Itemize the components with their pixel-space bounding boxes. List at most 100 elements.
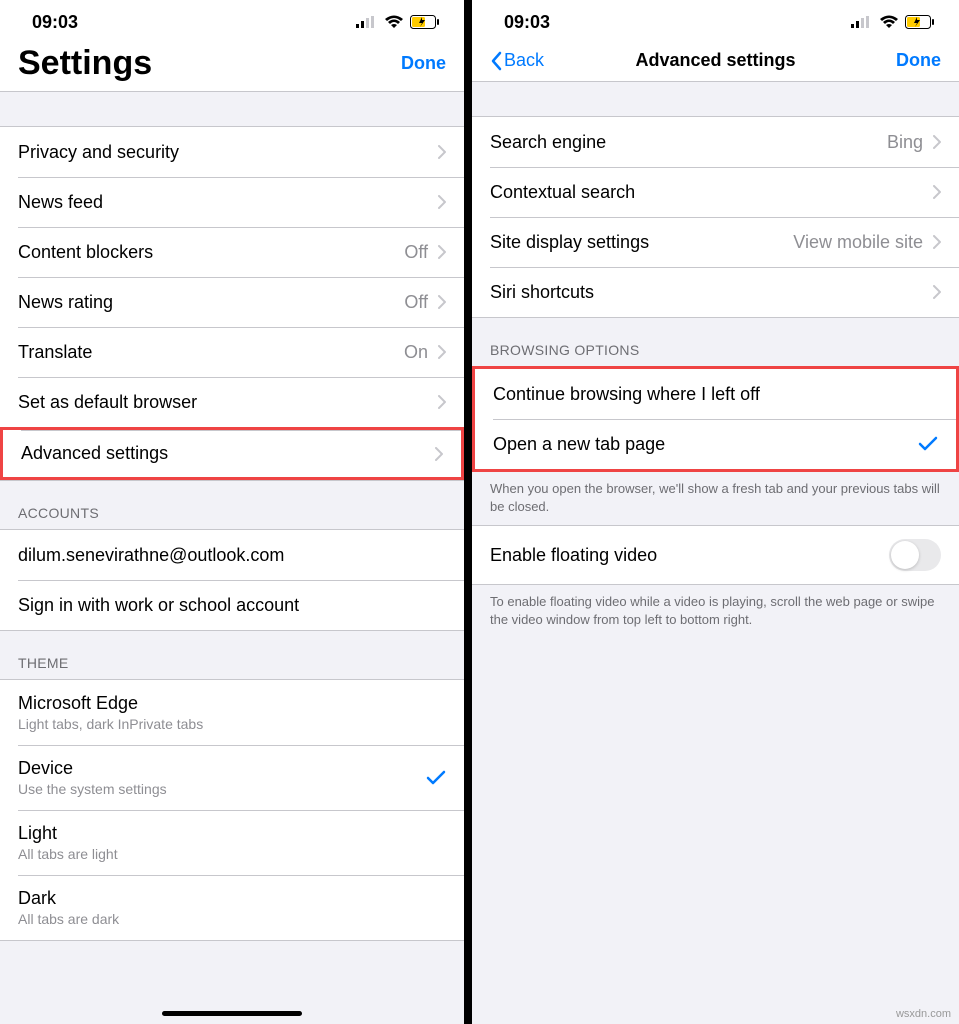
theme-title: Dark — [18, 888, 56, 908]
theme-title: Light — [18, 823, 57, 843]
chevron-right-icon — [435, 447, 443, 461]
row-label: Siri shortcuts — [490, 282, 933, 303]
row-siri-shortcuts[interactable]: Siri shortcuts — [472, 267, 959, 317]
wifi-icon — [879, 15, 899, 29]
theme-header: THEME — [0, 631, 464, 679]
row-site-display[interactable]: Site display settings View mobile site — [472, 217, 959, 267]
status-icons — [851, 15, 935, 29]
theme-title: Microsoft Edge — [18, 693, 138, 713]
row-value: Bing — [887, 132, 923, 153]
row-label: Contextual search — [490, 182, 933, 203]
accounts-header: ACCOUNTS — [0, 481, 464, 529]
done-button[interactable]: Done — [401, 53, 446, 74]
row-label: Light All tabs are light — [18, 823, 446, 862]
browsing-options-header: BROWSING OPTIONS — [472, 318, 959, 366]
row-label: Set as default browser — [18, 392, 438, 413]
back-button[interactable]: Back — [490, 50, 544, 71]
chevron-left-icon — [490, 51, 502, 71]
settings-group-theme: Microsoft Edge Light tabs, dark InPrivat… — [0, 679, 464, 941]
row-label: dilum.senevirathne@outlook.com — [18, 545, 446, 566]
home-indicator[interactable] — [162, 1011, 302, 1016]
row-label: Enable floating video — [490, 545, 889, 566]
row-label: Device Use the system settings — [18, 758, 426, 797]
browsing-footer: When you open the browser, we'll show a … — [472, 472, 959, 525]
settings-screen: 09:03 Settings Done Privacy and security… — [0, 0, 472, 1024]
row-content-blockers[interactable]: Content blockers Off — [0, 227, 464, 277]
chevron-right-icon — [438, 345, 446, 359]
chevron-right-icon — [438, 395, 446, 409]
status-bar: 09:03 — [0, 0, 464, 44]
row-new-tab-page[interactable]: Open a new tab page — [475, 419, 956, 469]
theme-subtitle: All tabs are dark — [18, 911, 446, 927]
row-continue-browsing[interactable]: Continue browsing where I left off — [475, 369, 956, 419]
status-time: 09:03 — [32, 12, 78, 33]
nav-bar: Settings Done — [0, 44, 464, 92]
row-label: Advanced settings — [21, 443, 435, 464]
chevron-right-icon — [933, 135, 941, 149]
row-label: Sign in with work or school account — [18, 595, 446, 616]
row-label: Continue browsing where I left off — [493, 384, 938, 405]
row-label: News rating — [18, 292, 404, 313]
row-value: View mobile site — [793, 232, 923, 253]
row-label: Dark All tabs are dark — [18, 888, 446, 927]
row-label: Microsoft Edge Light tabs, dark InPrivat… — [18, 693, 446, 732]
row-value: Off — [404, 292, 428, 313]
advanced-group-floating: Enable floating video — [472, 525, 959, 585]
page-title: Advanced settings — [550, 50, 881, 71]
page-title: Settings — [18, 44, 152, 83]
cellular-signal-icon — [851, 16, 873, 28]
row-default-browser[interactable]: Set as default browser — [0, 377, 464, 427]
row-privacy-security[interactable]: Privacy and security — [0, 127, 464, 177]
wifi-icon — [384, 15, 404, 29]
theme-subtitle: All tabs are light — [18, 846, 446, 862]
row-work-signin[interactable]: Sign in with work or school account — [0, 580, 464, 630]
row-label: Search engine — [490, 132, 887, 153]
status-bar: 09:03 — [472, 0, 959, 44]
battery-charging-icon — [905, 15, 935, 29]
row-theme-dark[interactable]: Dark All tabs are dark — [0, 875, 464, 940]
settings-group-general: Privacy and security News feed Content b… — [0, 126, 464, 481]
status-time: 09:03 — [504, 12, 550, 33]
row-theme-edge[interactable]: Microsoft Edge Light tabs, dark InPrivat… — [0, 680, 464, 745]
row-label: Open a new tab page — [493, 434, 918, 455]
chevron-right-icon — [438, 145, 446, 159]
row-translate[interactable]: Translate On — [0, 327, 464, 377]
row-news-feed[interactable]: News feed — [0, 177, 464, 227]
theme-title: Device — [18, 758, 73, 778]
row-news-rating[interactable]: News rating Off — [0, 277, 464, 327]
chevron-right-icon — [933, 285, 941, 299]
chevron-right-icon — [933, 235, 941, 249]
floating-footer: To enable floating video while a video i… — [472, 585, 959, 638]
row-theme-device[interactable]: Device Use the system settings — [0, 745, 464, 810]
row-theme-light[interactable]: Light All tabs are light — [0, 810, 464, 875]
battery-charging-icon — [410, 15, 440, 29]
advanced-group-browsing: Continue browsing where I left off Open … — [472, 366, 959, 472]
chevron-right-icon — [438, 195, 446, 209]
row-account-email[interactable]: dilum.senevirathne@outlook.com — [0, 530, 464, 580]
floating-video-toggle[interactable] — [889, 539, 941, 571]
row-label: Translate — [18, 342, 404, 363]
settings-group-accounts: dilum.senevirathne@outlook.com Sign in w… — [0, 529, 464, 631]
watermark: wsxdn.com — [896, 1008, 951, 1020]
chevron-right-icon — [438, 245, 446, 259]
row-label: News feed — [18, 192, 438, 213]
advanced-group-main: Search engine Bing Contextual search Sit… — [472, 116, 959, 318]
row-label: Site display settings — [490, 232, 793, 253]
checkmark-icon — [426, 770, 446, 786]
row-contextual-search[interactable]: Contextual search — [472, 167, 959, 217]
chevron-right-icon — [933, 185, 941, 199]
row-search-engine[interactable]: Search engine Bing — [472, 117, 959, 167]
row-value: On — [404, 342, 428, 363]
status-icons — [356, 15, 440, 29]
theme-subtitle: Use the system settings — [18, 781, 426, 797]
cellular-signal-icon — [356, 16, 378, 28]
row-advanced-settings[interactable]: Advanced settings — [0, 427, 464, 480]
row-value: Off — [404, 242, 428, 263]
row-label: Privacy and security — [18, 142, 438, 163]
nav-bar: Back Advanced settings Done — [472, 44, 959, 82]
row-floating-video[interactable]: Enable floating video — [472, 526, 959, 584]
back-label: Back — [504, 50, 544, 71]
done-button[interactable]: Done — [896, 50, 941, 71]
advanced-settings-screen: 09:03 Back Advanced settings Done Search… — [472, 0, 959, 1024]
theme-subtitle: Light tabs, dark InPrivate tabs — [18, 716, 446, 732]
